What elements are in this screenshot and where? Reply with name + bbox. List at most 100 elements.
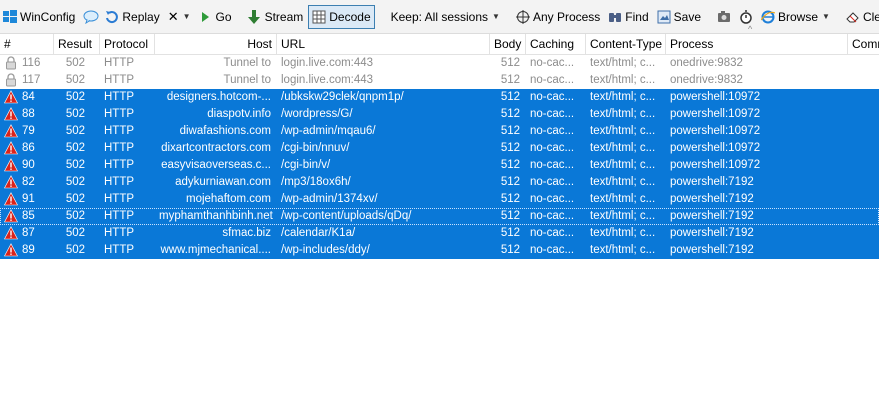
clear-cache-button[interactable]: Clear Ca: [843, 6, 879, 28]
session-host: easyvisaoverseas.c...: [161, 159, 271, 171]
table-row[interactable]: 91 502 HTTP mojehaftom.com/wp-admin/1374xv/…: [0, 191, 879, 208]
session-content-type: text/html; c...: [590, 176, 656, 188]
session-process: powershell:7192: [670, 176, 754, 188]
warning-icon: [4, 158, 18, 172]
chevron-down-icon: ▼: [492, 12, 500, 21]
session-url: /mp3/18ox6h/: [281, 176, 351, 188]
screenshot-button[interactable]: [714, 6, 734, 28]
replay-button[interactable]: Replay: [102, 6, 162, 28]
session-process: onedrive:9832: [670, 57, 743, 69]
decode-button[interactable]: Decode: [308, 4, 375, 29]
session-caching: no-cac...: [530, 193, 575, 205]
session-url: /wordpress/G/: [281, 108, 353, 120]
table-row[interactable]: 116 502 HTTP Tunnel to login.live.com:443 512…: [0, 55, 879, 72]
lock-icon: [4, 73, 18, 87]
session-body-size: 512: [500, 57, 520, 69]
warning-icon: [4, 107, 18, 121]
go-label: Go: [215, 9, 232, 24]
windows-logo-icon: [3, 9, 17, 24]
warning-icon: [4, 124, 18, 138]
session-url: /wp-includes/ddy/: [281, 244, 370, 256]
table-row[interactable]: 86 502 HTTP dixartcontractors.com/cgi-bin/n…: [0, 140, 879, 157]
timer-button[interactable]: [736, 6, 756, 28]
session-protocol: HTTP: [104, 91, 135, 103]
save-image-icon: [657, 10, 671, 24]
session-caching: no-cac...: [530, 91, 575, 103]
session-host: mojehaftom.com: [185, 193, 271, 205]
any-process-button[interactable]: Any Process: [513, 6, 603, 28]
binoculars-icon: [608, 10, 622, 24]
session-process: powershell:7192: [670, 227, 754, 239]
table-row[interactable]: 79 502 HTTP diwafashions.com/wp-admin/mqau6…: [0, 123, 879, 140]
session-host: designers.hotcom-...: [166, 91, 271, 103]
session-url: /wp-content/uploads/qDq/: [281, 210, 412, 222]
session-result: 502: [65, 74, 85, 86]
eraser-icon: [846, 10, 860, 24]
winconfig-button[interactable]: WinConfig: [0, 6, 78, 28]
session-protocol: HTTP: [104, 227, 135, 239]
any-process-label: Any Process: [532, 9, 601, 24]
warning-icon: [4, 209, 18, 223]
browse-label: Browse: [778, 9, 819, 24]
session-result: 502: [65, 57, 85, 69]
comment-button[interactable]: [80, 6, 100, 28]
keep-sessions-dropdown[interactable]: Keep: All sessions ▼: [385, 6, 503, 28]
session-body-size: 512: [500, 193, 520, 205]
decode-grid-icon: [312, 10, 326, 24]
session-list: 116 502 HTTP Tunnel to login.live.com:443 512…: [0, 55, 879, 259]
session-caching: no-cac...: [530, 176, 575, 188]
session-host: Tunnel to: [223, 57, 271, 69]
session-protocol: HTTP: [104, 210, 135, 222]
column-header-process[interactable]: Process: [666, 34, 848, 54]
find-label: Find: [625, 9, 649, 24]
remove-button[interactable]: ✕ ▼: [165, 6, 194, 28]
stream-button[interactable]: Stream: [245, 6, 307, 28]
session-content-type: text/html; c...: [590, 74, 656, 86]
session-result: 502: [65, 108, 85, 120]
session-result: 502: [65, 125, 85, 137]
table-row[interactable]: 88 502 HTTP diaspotv.info/wordpress/G/512 no…: [0, 106, 879, 123]
session-host: dixartcontractors.com: [161, 142, 271, 154]
session-host: Tunnel to: [223, 74, 271, 86]
stream-arrow-icon: [247, 9, 262, 24]
column-header-body[interactable]: Body: [490, 34, 526, 54]
chevron-down-icon: ▼: [822, 12, 830, 21]
session-protocol: HTTP: [104, 176, 135, 188]
table-row[interactable]: 84 502 HTTP designers.hotcom-.../ubkskw29cl…: [0, 89, 879, 106]
table-row[interactable]: 90 502 HTTP easyvisaoverseas.c.../cgi-bin/v…: [0, 157, 879, 174]
column-header-host[interactable]: Host: [155, 34, 277, 54]
table-row[interactable]: 117 502 HTTP Tunnel to login.live.com:443 512…: [0, 72, 879, 89]
column-header-content-type[interactable]: Content-Type: [586, 34, 666, 54]
column-header-protocol[interactable]: Protocol: [100, 34, 155, 54]
chevron-down-icon: ▼: [182, 12, 191, 21]
table-row[interactable]: 89 502 HTTP www.mjmechanical..../wp-include…: [0, 242, 879, 259]
session-body-size: 512: [500, 125, 520, 137]
find-button[interactable]: Find: [605, 6, 651, 28]
column-header-url[interactable]: URL: [277, 34, 490, 54]
session-result: 502: [65, 91, 85, 103]
session-protocol: HTTP: [104, 57, 135, 69]
session-protocol: HTTP: [104, 108, 135, 120]
session-process: powershell:10972: [670, 125, 761, 137]
table-row[interactable]: 82 502 HTTP adykurniawan.com/mp3/18ox6h/512…: [0, 174, 879, 191]
go-button[interactable]: Go: [196, 6, 235, 28]
browse-button[interactable]: Browse ▼: [758, 6, 833, 28]
session-host: diwafashions.com: [179, 125, 271, 137]
session-content-type: text/html; c...: [590, 57, 656, 69]
session-protocol: HTTP: [104, 244, 135, 256]
table-row[interactable]: 85 502 HTTP myphamthanhbinh.net/wp-content/…: [0, 208, 879, 225]
column-header-number[interactable]: #: [0, 34, 54, 54]
clear-cache-label: Clear Ca: [862, 9, 879, 24]
session-host: myphamthanhbinh.net: [159, 210, 273, 222]
save-button[interactable]: Save: [654, 6, 704, 28]
session-caching: no-cac...: [530, 210, 575, 222]
remove-icon: ✕: [167, 8, 179, 24]
column-header-comments[interactable]: Comm: [848, 34, 879, 54]
session-caching: no-cac...: [530, 159, 575, 171]
column-header-result[interactable]: Result: [54, 34, 100, 54]
session-result: 502: [65, 244, 85, 256]
session-process: onedrive:9832: [670, 74, 743, 86]
column-header-caching[interactable]: Caching: [526, 34, 586, 54]
table-row[interactable]: 87 502 HTTP sfmac.biz/calendar/K1a/512 no-ca…: [0, 225, 879, 242]
session-url: /wp-admin/1374xv/: [281, 193, 378, 205]
